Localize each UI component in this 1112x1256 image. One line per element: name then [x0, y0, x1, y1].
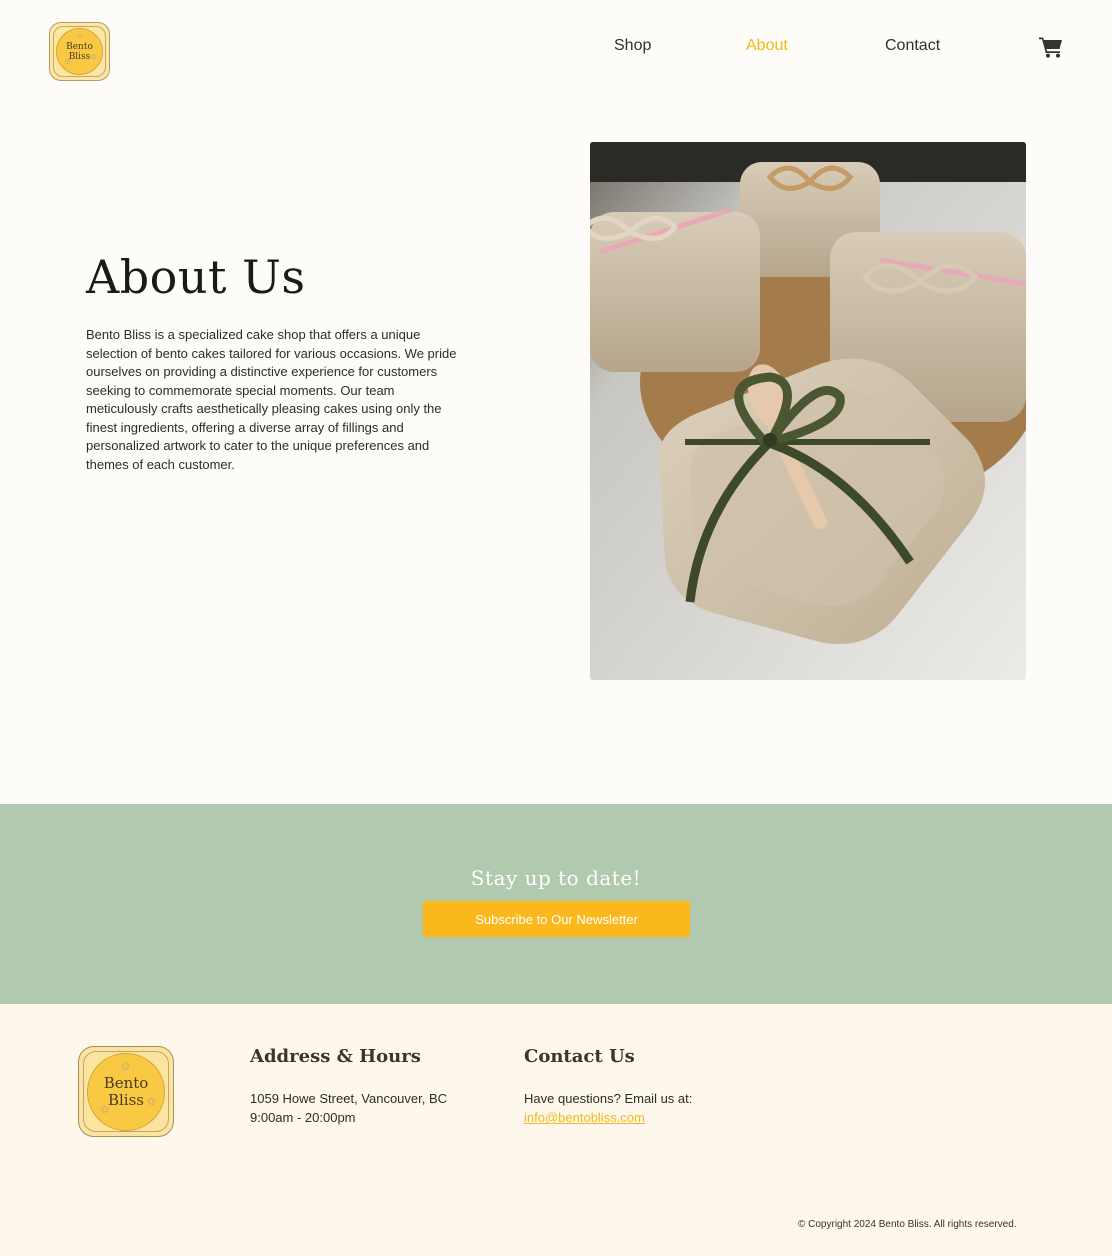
flower-icon: ✿ — [100, 1102, 110, 1116]
logo[interactable]: ✿ ✿ ✿ Bento Bliss — [49, 22, 110, 81]
nav-shop-link[interactable]: Shop — [614, 37, 651, 55]
contact-heading: Contact Us — [524, 1046, 635, 1067]
footer-logo-frame: ✿ ✿ ✿ Bento Bliss — [83, 1051, 169, 1132]
address-text: 1059 Howe Street, Vancouver, BC — [250, 1091, 448, 1106]
nav-about-link[interactable]: About — [746, 37, 788, 55]
site-header: ✿ ✿ ✿ Bento Bliss Shop About Contact — [0, 0, 1112, 100]
flower-icon: ✿ — [91, 53, 97, 61]
page-title: About Us — [86, 250, 306, 304]
logo-text-line2: Bliss — [68, 51, 91, 62]
footer-logo[interactable]: ✿ ✿ ✿ Bento Bliss — [78, 1046, 174, 1137]
nav-contact-link[interactable]: Contact — [885, 37, 940, 55]
contact-text: Have questions? Email us at: — [524, 1091, 693, 1106]
email-link[interactable]: info@bentobliss.com — [524, 1110, 645, 1125]
subscribe-button[interactable]: Subscribe to Our Newsletter — [423, 901, 690, 937]
hours-text: 9:00am - 20:00pm — [250, 1110, 356, 1125]
footer-logo-text-line2: Bliss — [107, 1090, 144, 1109]
logo-badge: ✿ ✿ ✿ Bento Bliss — [56, 28, 103, 75]
logo-frame: ✿ ✿ ✿ Bento Bliss — [53, 26, 106, 77]
flower-icon: ✿ — [146, 1094, 156, 1108]
address-heading: Address & Hours — [250, 1046, 421, 1067]
footer-logo-badge: ✿ ✿ ✿ Bento Bliss — [87, 1052, 165, 1131]
about-description: Bento Bliss is a specialized cake shop t… — [86, 327, 457, 472]
bento-cakes-photo — [590, 142, 1026, 680]
newsletter-title: Stay up to date! — [470, 866, 642, 890]
flower-icon: ✿ — [77, 32, 83, 40]
flower-icon: ✿ — [121, 1059, 131, 1073]
cart-icon[interactable] — [1039, 36, 1063, 58]
flower-icon: ✿ — [65, 58, 71, 66]
logo-text-line1: Bento — [66, 41, 93, 52]
copyright-text: © Copyright 2024 Bento Bliss. All rights… — [798, 1219, 1017, 1230]
footer-logo-text-line1: Bento — [103, 1073, 149, 1092]
